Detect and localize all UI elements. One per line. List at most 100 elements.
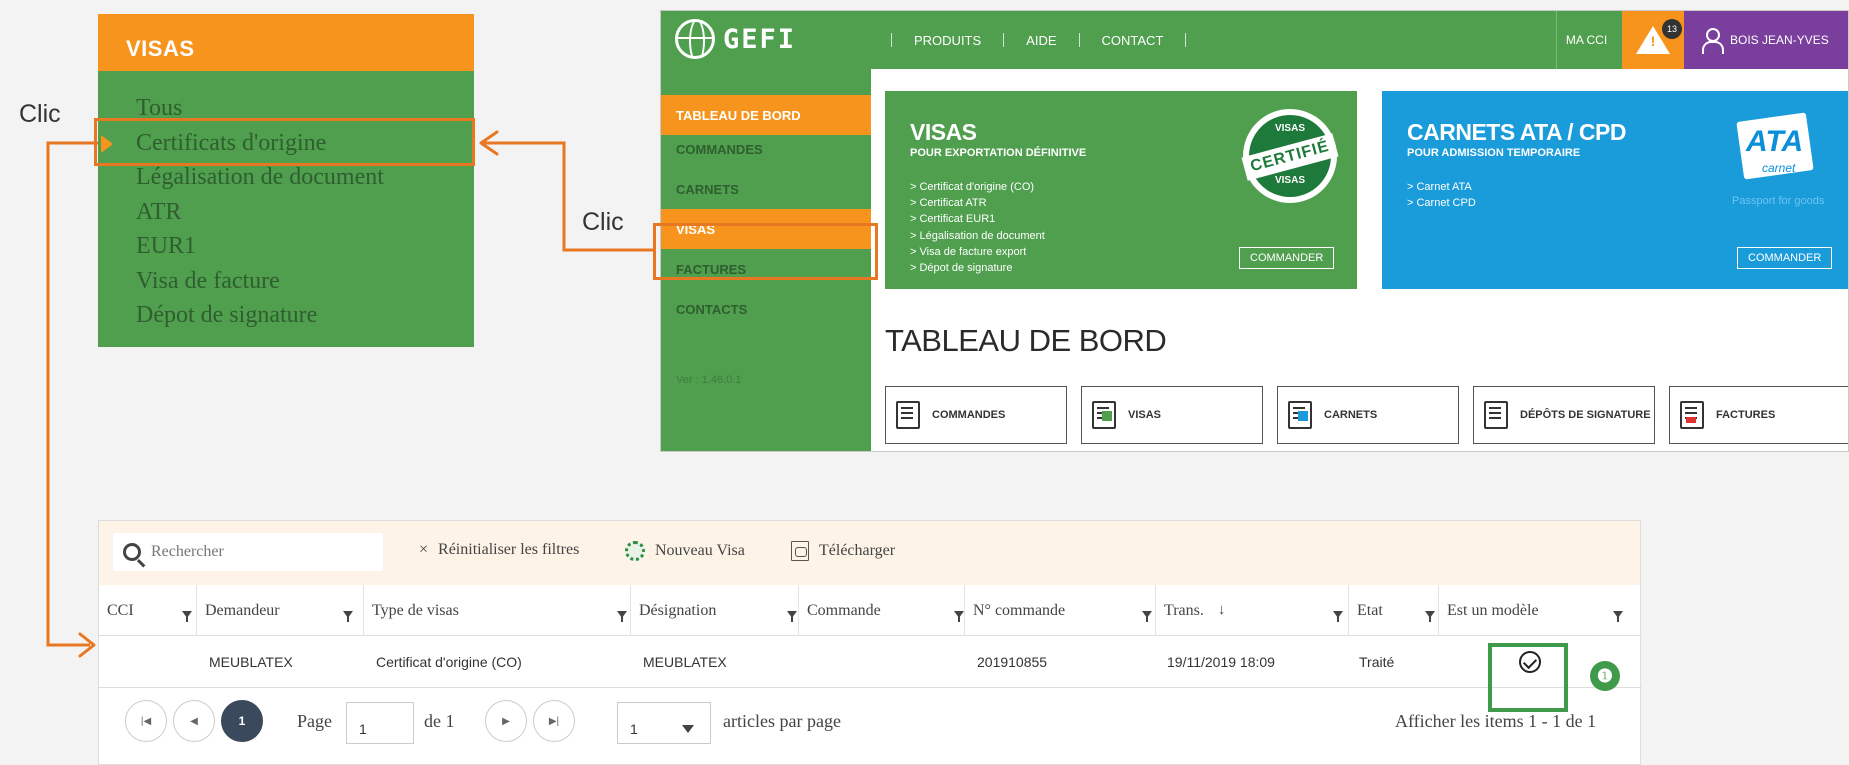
cell-designation: MEUBLATEX [643,654,727,670]
sidebar-item-contacts[interactable]: CONTACTS [661,289,871,329]
top-nav: PRODUITS AIDE CONTACT [869,11,1208,69]
column-header-est-un-modele[interactable]: Est un modèle [1438,585,1642,636]
reset-filters-button[interactable]: × Réinitialiser les filtres [419,541,579,559]
next-page-button[interactable]: ▶ [485,700,527,742]
sort-down-icon: ↓ [1217,602,1226,618]
column-header-demandeur[interactable]: Demandeur [196,585,345,636]
visas-menu-item-eur1[interactable]: EUR1 [136,229,474,264]
new-visa-icon [625,541,645,561]
download-button[interactable]: Télécharger [791,541,895,561]
carnets-card[interactable]: CARNETS ATA / CPD POUR ADMISSION TEMPORA… [1382,91,1848,289]
visas-card-line: > Légalisation de document [910,229,1045,242]
first-page-button[interactable]: |◀ [125,700,167,742]
column-header-commande[interactable]: Commande [798,585,945,636]
visas-menu-list: Tous Certificats d'origine Légalisation … [98,71,474,333]
dashboard-title: TABLEAU DE BORD [885,323,1167,358]
visas-menu-item-visa-facture[interactable]: Visa de facture [136,264,474,299]
pdf-icon [791,541,809,561]
filter-icon[interactable] [1613,611,1623,622]
invoice-document-icon [1680,401,1704,429]
tile-commandes[interactable]: COMMANDES [885,386,1067,444]
table-row[interactable]: MEUBLATEX Certificat d'origine (CO) MEUB… [99,636,1642,688]
nav-aide[interactable]: AIDE [1026,33,1056,48]
carnets-commander-button[interactable]: COMMANDER [1737,247,1833,269]
cell-type-visas: Certificat d'origine (CO) [376,654,522,670]
grid-header-row: CCI Demandeur Type de visas Désignation … [99,585,1642,636]
column-header-trans[interactable]: Trans. ↓ [1155,585,1335,636]
visas-dropdown-menu: VISAS Tous Certificats d'origine Légalis… [98,14,474,347]
sidebar-item-commandes[interactable]: COMMANDES [661,129,871,169]
visas-grid: × Réinitialiser les filtres Nouveau Visa… [98,520,1642,765]
orders-icon [896,401,920,429]
visas-menu-item-atr[interactable]: ATR [136,195,474,230]
close-icon: × [419,541,429,558]
tile-depots-signature[interactable]: DÉPÔTS DE SIGNATURE [1473,386,1655,444]
filter-icon[interactable] [182,611,192,622]
visas-card-list: > Certificat d'origine (CO) > Certificat… [910,179,1045,276]
globe-icon [675,19,715,59]
sidebar-item-carnets[interactable]: CARNETS [661,169,871,209]
ata-tagline: Passport for goods [1732,195,1825,207]
filter-icon[interactable] [343,611,353,622]
certified-stamp-icon: VISAS CERTIFIÉ VISAS [1241,109,1339,203]
page-number-input[interactable]: 1 [346,702,414,744]
page-1-button[interactable]: 1 [221,700,263,742]
app-version: Ver : 1.46.0.1 [676,374,742,386]
prev-page-button[interactable]: ◀ [173,700,215,742]
gefi-logo[interactable]: GEFI [675,19,796,59]
filter-icon[interactable] [1425,611,1435,622]
callout-box-est-un-modele [1488,643,1568,712]
filter-icon[interactable] [617,611,627,622]
logo-text: GEFI [723,23,797,55]
callout-box-menu-item [94,118,475,166]
visas-commander-button[interactable]: COMMANDER [1239,247,1335,269]
reset-filters-label: Réinitialiser les filtres [438,541,580,558]
column-label: Type de visas [372,601,459,619]
filter-icon[interactable] [1333,611,1343,622]
nav-separator [1185,33,1187,47]
column-header-designation[interactable]: Désignation [630,585,776,636]
tile-label: VISAS [1128,409,1162,421]
visas-card-line: > Certificat ATR [910,197,987,210]
visas-card-line: > Certificat EUR1 [910,213,996,226]
tile-carnets[interactable]: CARNETS [1277,386,1459,444]
clic-label-middle: Clic [582,208,624,236]
carnet-document-icon [1288,401,1312,429]
column-header-type-visas[interactable]: Type de visas [363,585,608,636]
new-visa-label: Nouveau Visa [655,542,745,559]
column-label: Trans. [1164,601,1204,619]
column-label: Commande [807,601,881,619]
cell-demandeur: MEUBLATEX [209,654,293,670]
my-cci-link[interactable]: MA CCI [1556,11,1616,69]
column-header-cci[interactable]: CCI [99,585,192,636]
visas-menu-item-depot-signature[interactable]: Dépot de signature [136,298,474,333]
tile-factures[interactable]: FACTURES [1669,386,1848,444]
search-input[interactable] [151,543,351,561]
signature-document-icon [1484,401,1508,429]
items-summary: Afficher les items 1 - 1 de 1 [1395,711,1597,731]
last-page-button[interactable]: ▶| [533,700,575,742]
column-label: N° commande [973,601,1066,619]
tile-label: CARNETS [1324,409,1378,421]
nav-produits[interactable]: PRODUITS [914,33,981,48]
carnets-card-list: > Carnet ATA > Carnet CPD [1407,179,1476,211]
user-menu-button[interactable]: BOIS JEAN-YVES [1684,11,1848,69]
step-number-badge: ❶ [1590,661,1620,691]
visas-card-line: > Visa de facture export [910,245,1027,258]
per-page-select[interactable]: 1 [617,702,711,744]
nav-contact[interactable]: CONTACT [1102,33,1164,48]
filter-icon[interactable] [954,611,964,622]
search-box[interactable] [113,533,383,571]
per-page-label: articles par page [723,711,841,731]
carnets-card-subtitle: POUR ADMISSION TEMPORAIRE [1407,147,1581,159]
new-visa-button[interactable]: Nouveau Visa [625,541,745,561]
visas-card[interactable]: VISAS POUR EXPORTATION DÉFINITIVE > Cert… [885,91,1357,289]
tile-visas[interactable]: VISAS [1081,386,1263,444]
column-header-numero-commande[interactable]: N° commande [964,585,1147,636]
download-label: Télécharger [819,542,896,559]
filter-icon[interactable] [1142,611,1152,622]
visas-menu-title: VISAS [98,14,474,71]
column-header-etat[interactable]: Etat [1348,585,1426,636]
carnets-card-line: > Carnet CPD [1407,197,1476,210]
filter-icon[interactable] [787,611,797,622]
